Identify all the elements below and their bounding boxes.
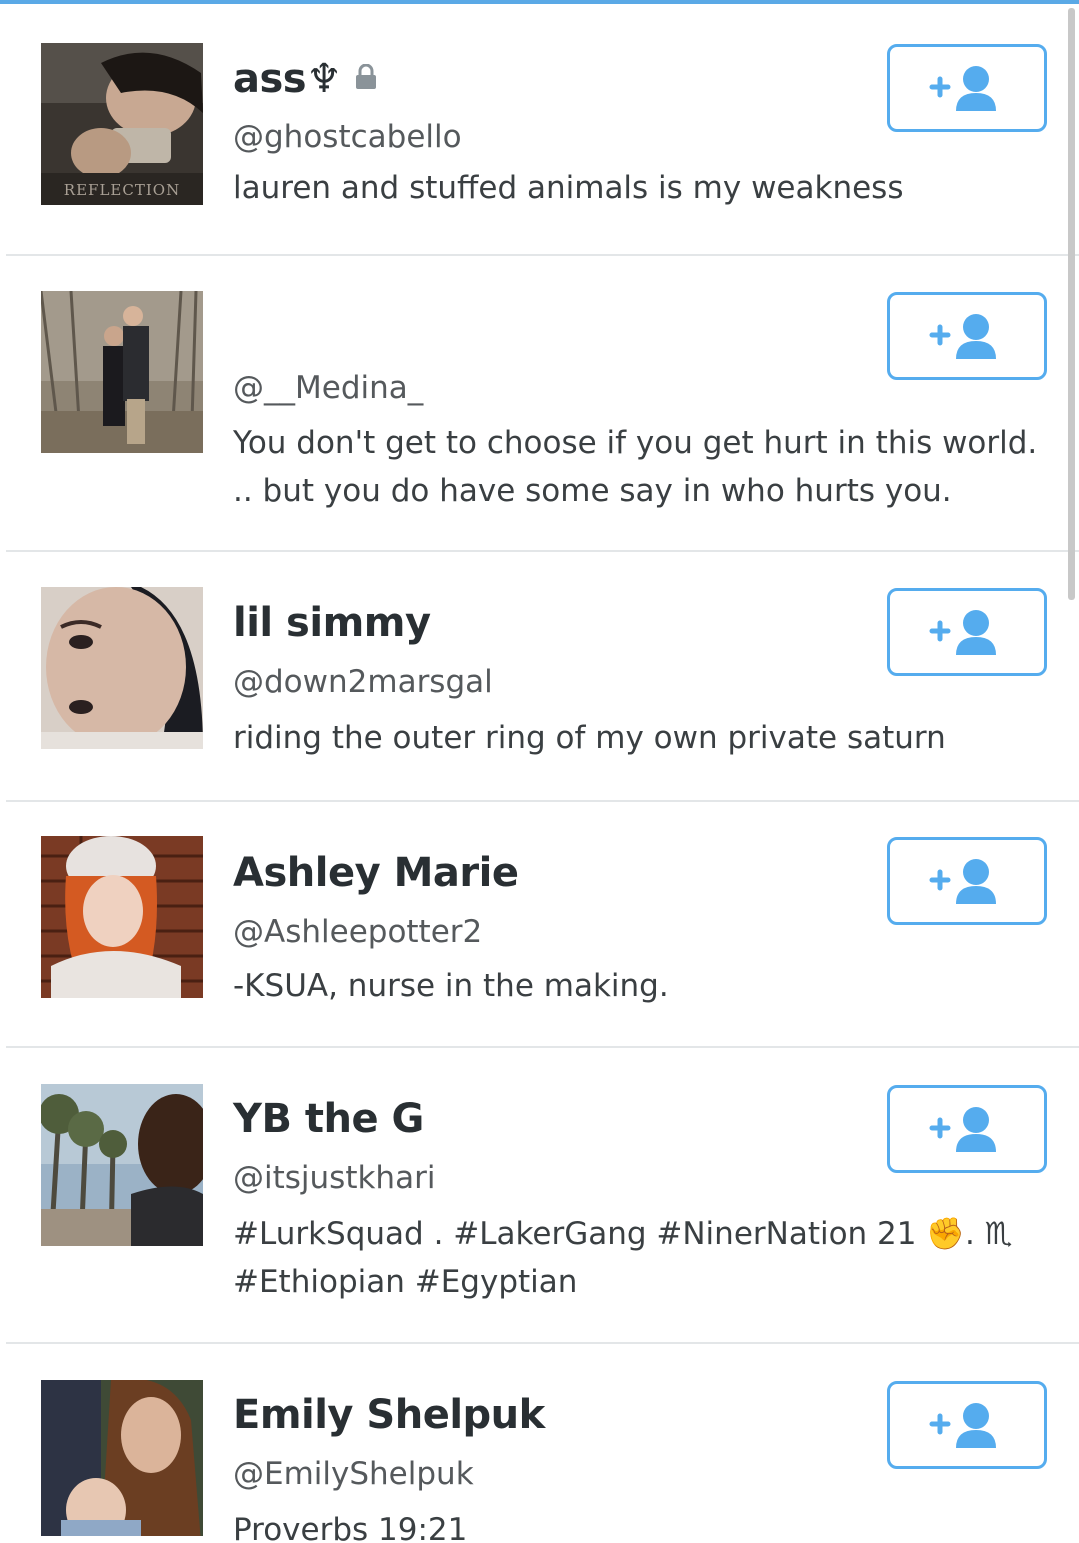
user-name[interactable]: ass♆ bbox=[233, 56, 377, 104]
follow-button[interactable] bbox=[887, 588, 1047, 676]
avatar[interactable] bbox=[41, 836, 203, 998]
user-name[interactable]: Ashley Marie bbox=[233, 850, 519, 896]
user-handle[interactable]: @ghostcabello bbox=[233, 119, 462, 155]
user-handle[interactable]: @Ashleepotter2 bbox=[233, 914, 482, 950]
user-name[interactable]: lil simmy bbox=[233, 600, 431, 646]
lock-icon bbox=[355, 54, 377, 100]
follow-user-icon bbox=[929, 314, 996, 359]
svg-text:REFLECTION: REFLECTION bbox=[64, 181, 180, 199]
list-item[interactable]: lil simmy @down2marsgal riding the outer… bbox=[0, 552, 1079, 802]
follow-button[interactable] bbox=[887, 1381, 1047, 1469]
avatar[interactable]: REFLECTION bbox=[41, 43, 203, 205]
avatar[interactable] bbox=[41, 291, 203, 453]
follow-user-icon bbox=[929, 1403, 996, 1448]
user-handle[interactable]: @__Medina_ bbox=[233, 370, 423, 406]
user-name[interactable]: YB the G bbox=[233, 1096, 424, 1142]
user-bio: You don't get to choose if you get hurt … bbox=[233, 425, 1038, 509]
user-handle[interactable]: @down2marsgal bbox=[233, 664, 493, 700]
list-item[interactable]: REFLECTION ass♆ @ghostcabello lauren and… bbox=[0, 6, 1079, 256]
follow-button[interactable] bbox=[887, 1085, 1047, 1173]
scrollbar[interactable] bbox=[1068, 8, 1075, 600]
follow-user-icon bbox=[929, 66, 996, 111]
follow-button[interactable] bbox=[887, 292, 1047, 380]
user-name-text[interactable]: ass♆ bbox=[233, 56, 342, 102]
user-bio: lauren and stuffed animals is my weaknes… bbox=[233, 170, 904, 206]
user-handle[interactable]: @EmilyShelpuk bbox=[233, 1456, 474, 1492]
list-item[interactable]: @__Medina_ You don't get to choose if yo… bbox=[0, 256, 1079, 552]
top-accent-line bbox=[0, 0, 1079, 4]
avatar[interactable] bbox=[41, 1380, 203, 1536]
user-bio: riding the outer ring of my own private … bbox=[233, 720, 946, 756]
user-name[interactable]: Emily Shelpuk bbox=[233, 1392, 545, 1438]
list-item[interactable]: YB the G @itsjustkhari #LurkSquad . #Lak… bbox=[0, 1048, 1079, 1344]
follow-user-icon bbox=[929, 859, 996, 904]
follow-button[interactable] bbox=[887, 44, 1047, 132]
follow-user-icon bbox=[929, 610, 996, 655]
list-item[interactable]: Ashley Marie @Ashleepotter2 -KSUA, nurse… bbox=[0, 802, 1079, 1048]
list-item[interactable]: Emily Shelpuk @EmilyShelpuk Proverbs 19:… bbox=[0, 1344, 1079, 1543]
avatar[interactable] bbox=[41, 1084, 203, 1246]
user-bio: #LurkSquad . #LakerGang #NinerNation 21 … bbox=[233, 1216, 1013, 1300]
avatar[interactable] bbox=[41, 587, 203, 749]
follow-button[interactable] bbox=[887, 837, 1047, 925]
follow-user-icon bbox=[929, 1107, 996, 1152]
user-handle[interactable]: @itsjustkhari bbox=[233, 1160, 435, 1196]
user-bio: -KSUA, nurse in the making. bbox=[233, 968, 669, 1004]
user-bio: Proverbs 19:21 bbox=[233, 1512, 468, 1543]
